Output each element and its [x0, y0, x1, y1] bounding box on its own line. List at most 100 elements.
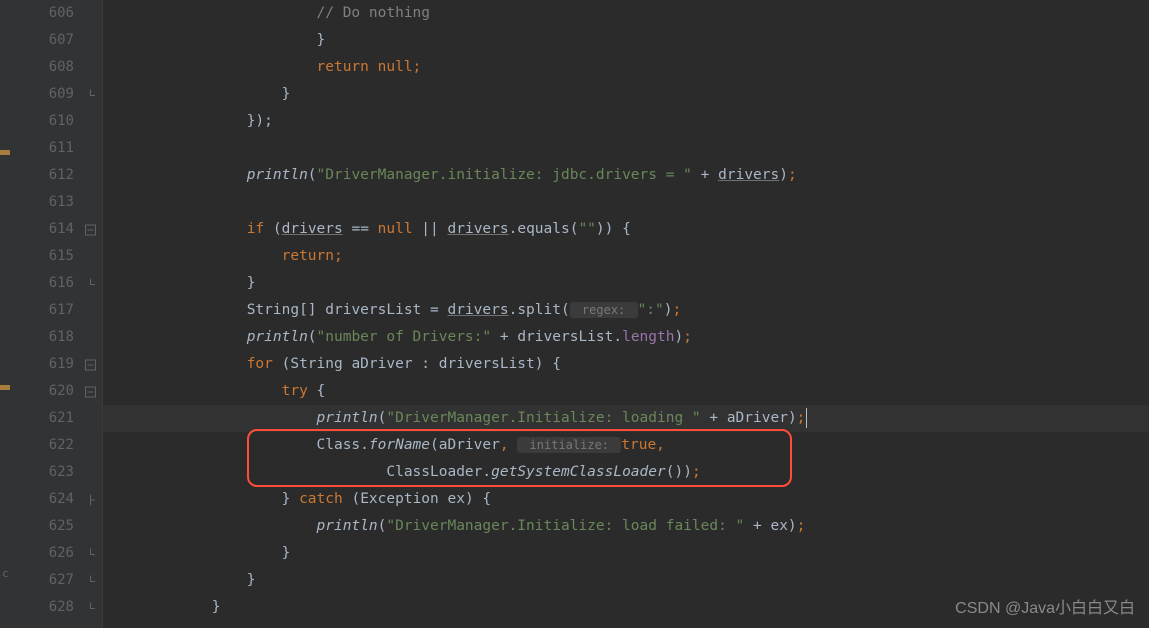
- token-semi: ;: [413, 59, 422, 75]
- line-number[interactable]: 620: [20, 378, 102, 405]
- line-number[interactable]: 614: [20, 216, 102, 243]
- code-editor[interactable]: c 60660760860961061161261361461561661761…: [0, 0, 1149, 628]
- token-string: "DriverManager.initialize: jdbc.drivers …: [317, 167, 692, 183]
- token-brace: }: [282, 86, 291, 102]
- line-number[interactable]: 606: [20, 0, 102, 27]
- token-semi: ;: [788, 167, 797, 183]
- code-line[interactable]: [103, 135, 1149, 162]
- token-punct: ||: [413, 221, 448, 237]
- token-punct: (: [308, 167, 317, 183]
- line-number-gutter[interactable]: 6066076086096106116126136146156166176186…: [20, 0, 103, 628]
- token-string: "DriverManager.Initialize: loading ": [386, 410, 700, 426]
- token-method-static: getSystemClassLoader: [491, 464, 666, 480]
- code-line[interactable]: } catch (Exception ex) {: [103, 486, 1149, 513]
- fold-indicator-icon[interactable]: [85, 224, 96, 235]
- token-punct: String[] driversList =: [247, 302, 448, 318]
- token-brace: });: [247, 113, 273, 129]
- code-line[interactable]: return null;: [103, 54, 1149, 81]
- line-number[interactable]: 616: [20, 270, 102, 297]
- token-punct: + driversList.: [491, 329, 622, 345]
- code-line[interactable]: println("DriverManager.Initialize: load …: [103, 513, 1149, 540]
- fold-indicator-icon[interactable]: [85, 575, 96, 586]
- token-punct: )): [596, 221, 622, 237]
- token-keyword: return: [317, 59, 378, 75]
- code-line[interactable]: Class.forName(aDriver, initialize: true,: [103, 432, 1149, 459]
- code-line[interactable]: String[] driversList = drivers.split( re…: [103, 297, 1149, 324]
- line-number[interactable]: 628: [20, 594, 102, 621]
- line-number[interactable]: 619: [20, 351, 102, 378]
- code-line[interactable]: }: [103, 567, 1149, 594]
- code-line[interactable]: return;: [103, 243, 1149, 270]
- token-punct: ClassLoader.: [386, 464, 491, 480]
- token-keyword: return: [282, 248, 334, 264]
- left-marker-gutter: c: [0, 0, 20, 628]
- token-method-static: println: [317, 410, 378, 426]
- code-line[interactable]: for (String aDriver : driversList) {: [103, 351, 1149, 378]
- token-keyword: true: [621, 437, 656, 453]
- token-punct: ): [674, 329, 683, 345]
- line-number[interactable]: 608: [20, 54, 102, 81]
- line-number[interactable]: 613: [20, 189, 102, 216]
- token-null: null: [378, 221, 413, 237]
- fold-indicator-icon[interactable]: [85, 494, 96, 505]
- code-line[interactable]: try {: [103, 378, 1149, 405]
- line-number[interactable]: 626: [20, 540, 102, 567]
- line-number[interactable]: 624: [20, 486, 102, 513]
- fold-indicator-icon[interactable]: [85, 386, 96, 397]
- code-line[interactable]: if (drivers == null || drivers.equals(""…: [103, 216, 1149, 243]
- token-method-static: println: [247, 329, 308, 345]
- token-brace: }: [317, 32, 326, 48]
- token-semi: ;: [334, 248, 343, 264]
- code-line[interactable]: ClassLoader.getSystemClassLoader());: [103, 459, 1149, 486]
- token-field: length: [622, 329, 674, 345]
- line-number[interactable]: 615: [20, 243, 102, 270]
- gutter-marker: [0, 150, 10, 155]
- code-line[interactable]: }: [103, 540, 1149, 567]
- line-number[interactable]: 623: [20, 459, 102, 486]
- token-null: null: [378, 59, 413, 75]
- token-underline: drivers: [282, 221, 343, 237]
- line-number[interactable]: 618: [20, 324, 102, 351]
- token-keyword: if: [247, 221, 273, 237]
- token-brace: {: [317, 383, 326, 399]
- line-number[interactable]: 610: [20, 108, 102, 135]
- fold-indicator-icon[interactable]: [85, 359, 96, 370]
- code-line[interactable]: println("number of Drivers:" + driversLi…: [103, 324, 1149, 351]
- token-punct: ): [779, 167, 788, 183]
- code-line[interactable]: }: [103, 270, 1149, 297]
- watermark: CSDN @Java小白白又白: [955, 594, 1135, 618]
- fold-indicator-icon[interactable]: [85, 602, 96, 613]
- fold-indicator-icon[interactable]: [85, 89, 96, 100]
- code-line[interactable]: println("DriverManager.initialize: jdbc.…: [103, 162, 1149, 189]
- line-number[interactable]: 612: [20, 162, 102, 189]
- line-number[interactable]: 617: [20, 297, 102, 324]
- token-semi: ,: [500, 437, 517, 453]
- line-number[interactable]: 625: [20, 513, 102, 540]
- token-punct: Class.: [317, 437, 369, 453]
- code-line[interactable]: });: [103, 108, 1149, 135]
- line-number[interactable]: 609: [20, 81, 102, 108]
- token-method-static: println: [247, 167, 308, 183]
- line-number[interactable]: 607: [20, 27, 102, 54]
- token-brace: }: [247, 275, 256, 291]
- token-paramhint: regex:: [570, 302, 638, 318]
- fold-indicator-icon[interactable]: [85, 278, 96, 289]
- line-number[interactable]: 622: [20, 432, 102, 459]
- token-punct: (Exception ex): [351, 491, 482, 507]
- code-line[interactable]: }: [103, 27, 1149, 54]
- code-line[interactable]: }: [103, 81, 1149, 108]
- token-underline: drivers: [718, 167, 779, 183]
- token-brace: }: [212, 599, 221, 615]
- line-number[interactable]: 621: [20, 405, 102, 432]
- code-line[interactable]: println("DriverManager.Initialize: loadi…: [103, 405, 1149, 432]
- token-punct: ==: [343, 221, 378, 237]
- token-method-static: forName: [369, 437, 430, 453]
- line-number[interactable]: 627: [20, 567, 102, 594]
- line-number[interactable]: 611: [20, 135, 102, 162]
- code-line[interactable]: // Do nothing: [103, 0, 1149, 27]
- code-line[interactable]: [103, 189, 1149, 216]
- fold-indicator-icon[interactable]: [85, 548, 96, 559]
- token-keyword: for: [247, 356, 282, 372]
- token-string: ":": [638, 302, 664, 318]
- code-area[interactable]: // Do nothing } return null; } }); print…: [103, 0, 1149, 628]
